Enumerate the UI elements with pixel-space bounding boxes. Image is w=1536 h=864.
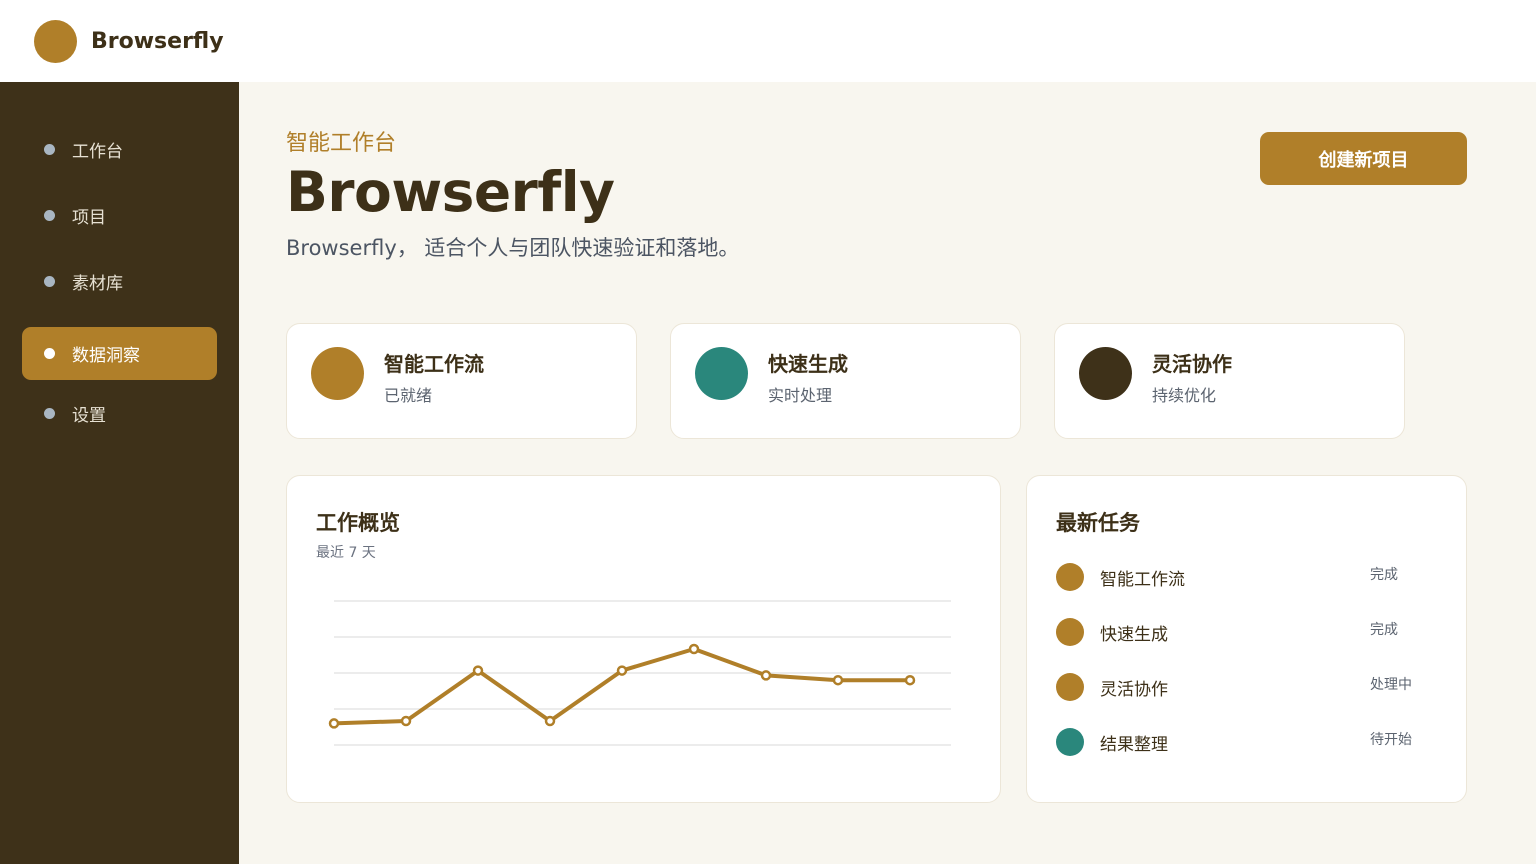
sidebar-item-workbench[interactable]: 工作台 <box>22 123 217 176</box>
stat-title: 灵活协作 <box>1152 352 1232 376</box>
task-status-icon <box>1056 728 1084 756</box>
create-project-button[interactable]: 创建新项目 <box>1260 132 1467 185</box>
sidebar-item-assets[interactable]: 素材库 <box>22 255 217 308</box>
task-status: 待开始 <box>1370 732 1412 748</box>
sidebar-item-projects[interactable]: 项目 <box>22 189 217 242</box>
bullet-icon <box>44 276 55 287</box>
sidebar-item-label: 数据洞察 <box>72 346 140 366</box>
stat-subtitle: 持续优化 <box>1152 386 1217 405</box>
task-name: 快速生成 <box>1100 625 1168 645</box>
collab-icon <box>1079 347 1132 400</box>
sidebar-item-label: 设置 <box>72 406 106 426</box>
task-item[interactable]: 灵活协作 处理中 <box>1056 672 1436 702</box>
overview-panel: 工作概览 最近 7 天 <box>286 475 1001 803</box>
generate-icon <box>695 347 748 400</box>
workflow-icon <box>311 347 364 400</box>
task-status-icon <box>1056 618 1084 646</box>
sidebar: 工作台 项目 素材库 数据洞察 设置 <box>0 82 239 864</box>
stat-subtitle: 实时处理 <box>768 386 833 405</box>
bullet-icon <box>44 144 55 155</box>
bullet-icon <box>44 210 55 221</box>
bullet-icon <box>44 348 55 359</box>
chart-point <box>832 674 844 686</box>
task-status: 完成 <box>1370 622 1398 638</box>
task-item[interactable]: 结果整理 待开始 <box>1056 727 1436 757</box>
stat-subtitle: 已就绪 <box>384 386 433 405</box>
sidebar-item-insights[interactable]: 数据洞察 <box>22 327 217 380</box>
stat-title: 智能工作流 <box>384 352 484 376</box>
page-subtitle: Browserfly， 适合个人与团队快速验证和落地。 <box>286 236 740 260</box>
chart-series-line <box>333 647 910 726</box>
chart-point <box>328 718 340 729</box>
chart-point <box>688 643 700 655</box>
task-name: 灵活协作 <box>1100 680 1168 700</box>
chart-point <box>616 665 628 676</box>
main-content: 智能工作台 Browserfly Browserfly， 适合个人与团队快速验证… <box>239 82 1536 864</box>
task-status-icon <box>1056 673 1084 701</box>
sidebar-item-label: 素材库 <box>72 274 123 294</box>
tasks-panel: 最新任务 智能工作流 完成 快速生成 完成 灵活协作 处理中 结果整理 待开始 <box>1026 475 1467 803</box>
stat-title: 快速生成 <box>768 352 848 376</box>
top-bar: Browserfly <box>0 0 1536 82</box>
logo-icon <box>34 19 77 63</box>
task-item[interactable]: 快速生成 完成 <box>1056 617 1436 647</box>
task-name: 结果整理 <box>1100 735 1168 755</box>
task-status: 处理中 <box>1370 677 1412 693</box>
chart-point <box>904 674 916 686</box>
app-name: Browserfly <box>91 28 224 54</box>
sidebar-item-label: 项目 <box>72 208 106 228</box>
tasks-title: 最新任务 <box>1056 511 1140 535</box>
task-item[interactable]: 智能工作流 完成 <box>1056 562 1436 592</box>
page-title: Browserfly <box>286 160 615 224</box>
stat-card-collab[interactable]: 灵活协作 持续优化 <box>1054 323 1405 439</box>
task-name: 智能工作流 <box>1100 570 1185 590</box>
bullet-icon <box>44 408 55 419</box>
stat-card-generate[interactable]: 快速生成 实时处理 <box>670 323 1021 439</box>
sidebar-item-label: 工作台 <box>72 142 123 162</box>
chart-point <box>760 670 772 681</box>
sidebar-item-settings[interactable]: 设置 <box>22 387 217 440</box>
page-eyebrow: 智能工作台 <box>286 131 397 156</box>
stat-card-workflow[interactable]: 智能工作流 已就绪 <box>286 323 637 439</box>
chart-point <box>472 665 484 676</box>
task-status-icon <box>1056 563 1084 591</box>
overview-line-chart <box>328 600 951 746</box>
chart-point <box>544 715 556 727</box>
chart-point <box>400 715 412 727</box>
task-status: 完成 <box>1370 567 1398 583</box>
